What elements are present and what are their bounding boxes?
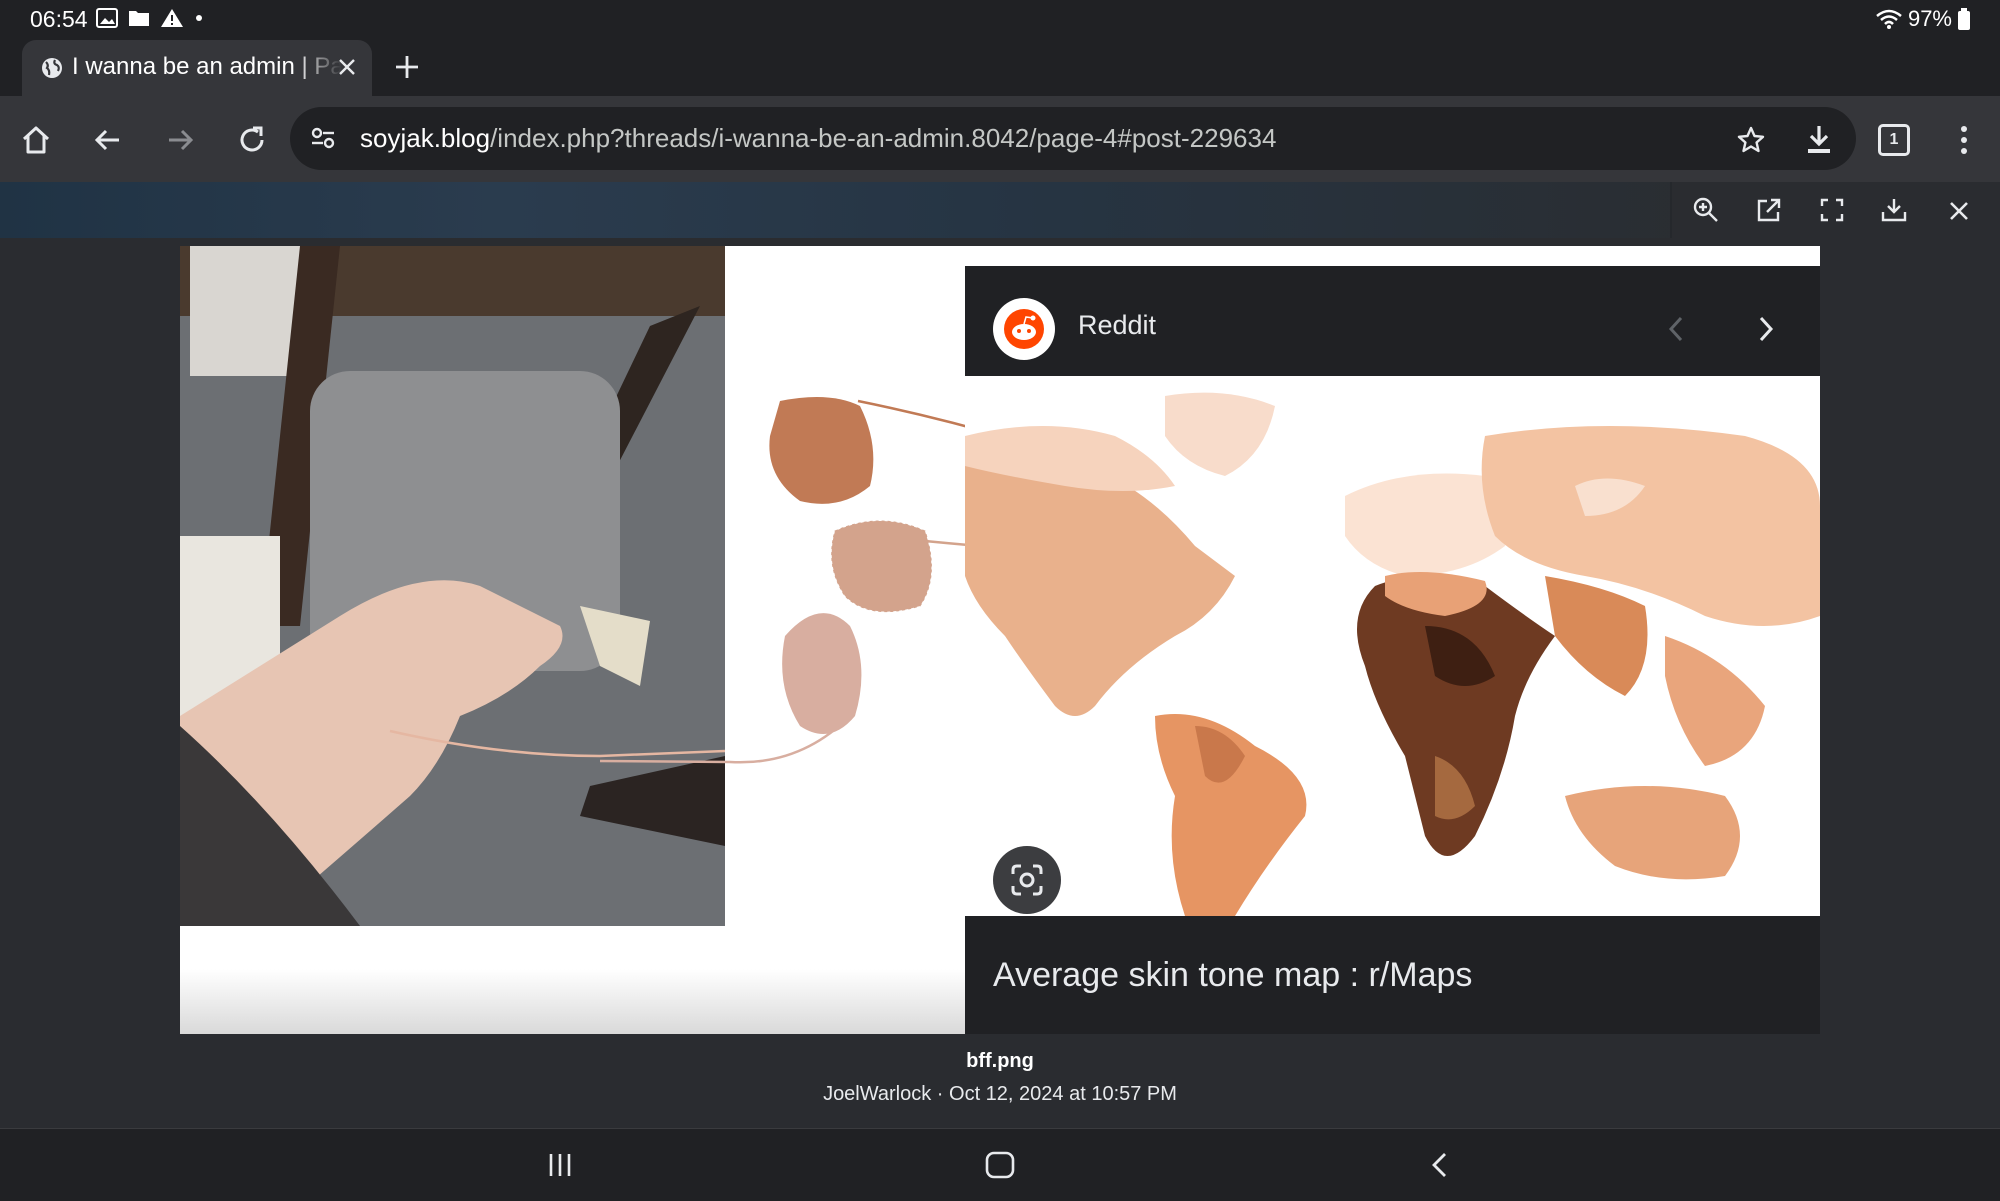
system-navigation-bar [0, 1128, 2000, 1201]
forward-arrow-icon [169, 129, 194, 151]
wifi-icon [1876, 9, 1902, 29]
browser-tab[interactable]: I wanna be an admin | Page 4 [22, 40, 372, 96]
back-arrow-icon [94, 129, 119, 151]
battery-icon [1958, 8, 1970, 30]
back-nav-icon[interactable] [1428, 1151, 1452, 1179]
reddit-logo-icon [993, 298, 1055, 360]
status-icons [96, 8, 204, 28]
image-meta: JoelWarlock · Oct 12, 2024 at 10:57 PM [823, 1083, 1177, 1105]
site-settings-icon[interactable] [310, 125, 336, 151]
previous-result-icon[interactable] [1665, 314, 1687, 344]
reload-icon [240, 126, 264, 152]
dot-icon [196, 15, 202, 21]
fullscreen-icon[interactable] [1818, 196, 1846, 224]
home-icon [22, 126, 50, 154]
reddit-alien-icon [1004, 309, 1044, 349]
close-tab-icon[interactable] [334, 54, 360, 80]
home-nav-icon[interactable] [984, 1151, 1016, 1179]
tab-title: I wanna be an admin | Page 4 [72, 53, 342, 80]
world-skin-tone-map [965, 376, 1820, 916]
zoom-in-icon[interactable] [1692, 196, 1720, 224]
home-button[interactable] [16, 120, 56, 160]
google-lens-button[interactable] [993, 846, 1061, 914]
url-path: /index.php?threads/i-wanna-be-an-admin.8… [490, 123, 1277, 153]
reload-button[interactable] [232, 120, 272, 160]
image-filename: bff.png [966, 1050, 1034, 1072]
lightbox-toolbar [0, 182, 2000, 238]
source-name[interactable]: Reddit [1078, 310, 1156, 341]
lightbox-tools [1672, 182, 2000, 238]
close-lightbox-icon[interactable] [1946, 196, 1972, 224]
back-button[interactable] [88, 120, 128, 160]
more-menu-icon[interactable] [1956, 124, 1972, 156]
globe-icon [42, 58, 62, 78]
lens-camera-icon [1011, 864, 1043, 896]
status-time: 06:54 [30, 6, 88, 32]
preview-caption[interactable]: Average skin tone map : r/Maps [993, 956, 1472, 995]
swatch-medium [831, 520, 932, 613]
tab-strip: I wanna be an admin | Page 4 [0, 38, 2000, 96]
world-map-illustration [965, 392, 1820, 916]
battery-level: 97% [1907, 6, 1952, 31]
image-preview-panel: Reddit Average skin tone map: r/Maps [965, 266, 1820, 1034]
lightbox-image: Reddit Average skin tone map: r/Maps [180, 246, 1820, 1034]
new-tab-icon[interactable] [392, 52, 422, 82]
folder-notification-icon [129, 11, 149, 26]
download-icon[interactable] [1804, 123, 1834, 155]
next-result-icon[interactable] [1755, 314, 1777, 344]
url-host: soyjak.blog [360, 123, 491, 153]
forward-button[interactable] [160, 120, 200, 160]
address-bar[interactable]: soyjak.blog/index.php?threads/i-wanna-be… [290, 107, 1856, 170]
browser-toolbar: soyjak.blog/index.php?threads/i-wanna-be… [0, 96, 2000, 182]
gallery-notification-icon [96, 8, 118, 28]
download-image-icon[interactable] [1880, 196, 1908, 224]
page-background-strip [0, 182, 1670, 238]
recent-apps-icon[interactable] [546, 1151, 574, 1179]
warning-notification-icon [161, 9, 183, 27]
image-bottom-fade [180, 926, 965, 1034]
open-external-icon[interactable] [1755, 196, 1783, 224]
url-text: soyjak.blog/index.php?threads/i-wanna-be… [360, 123, 1276, 154]
tab-switcher-button[interactable]: 1 [1878, 124, 1910, 156]
status-bar: 06:54 97% [0, 0, 2000, 38]
preview-header: Reddit [965, 266, 1820, 376]
bookmark-star-icon[interactable] [1736, 125, 1766, 155]
swatch-dark [769, 397, 874, 504]
